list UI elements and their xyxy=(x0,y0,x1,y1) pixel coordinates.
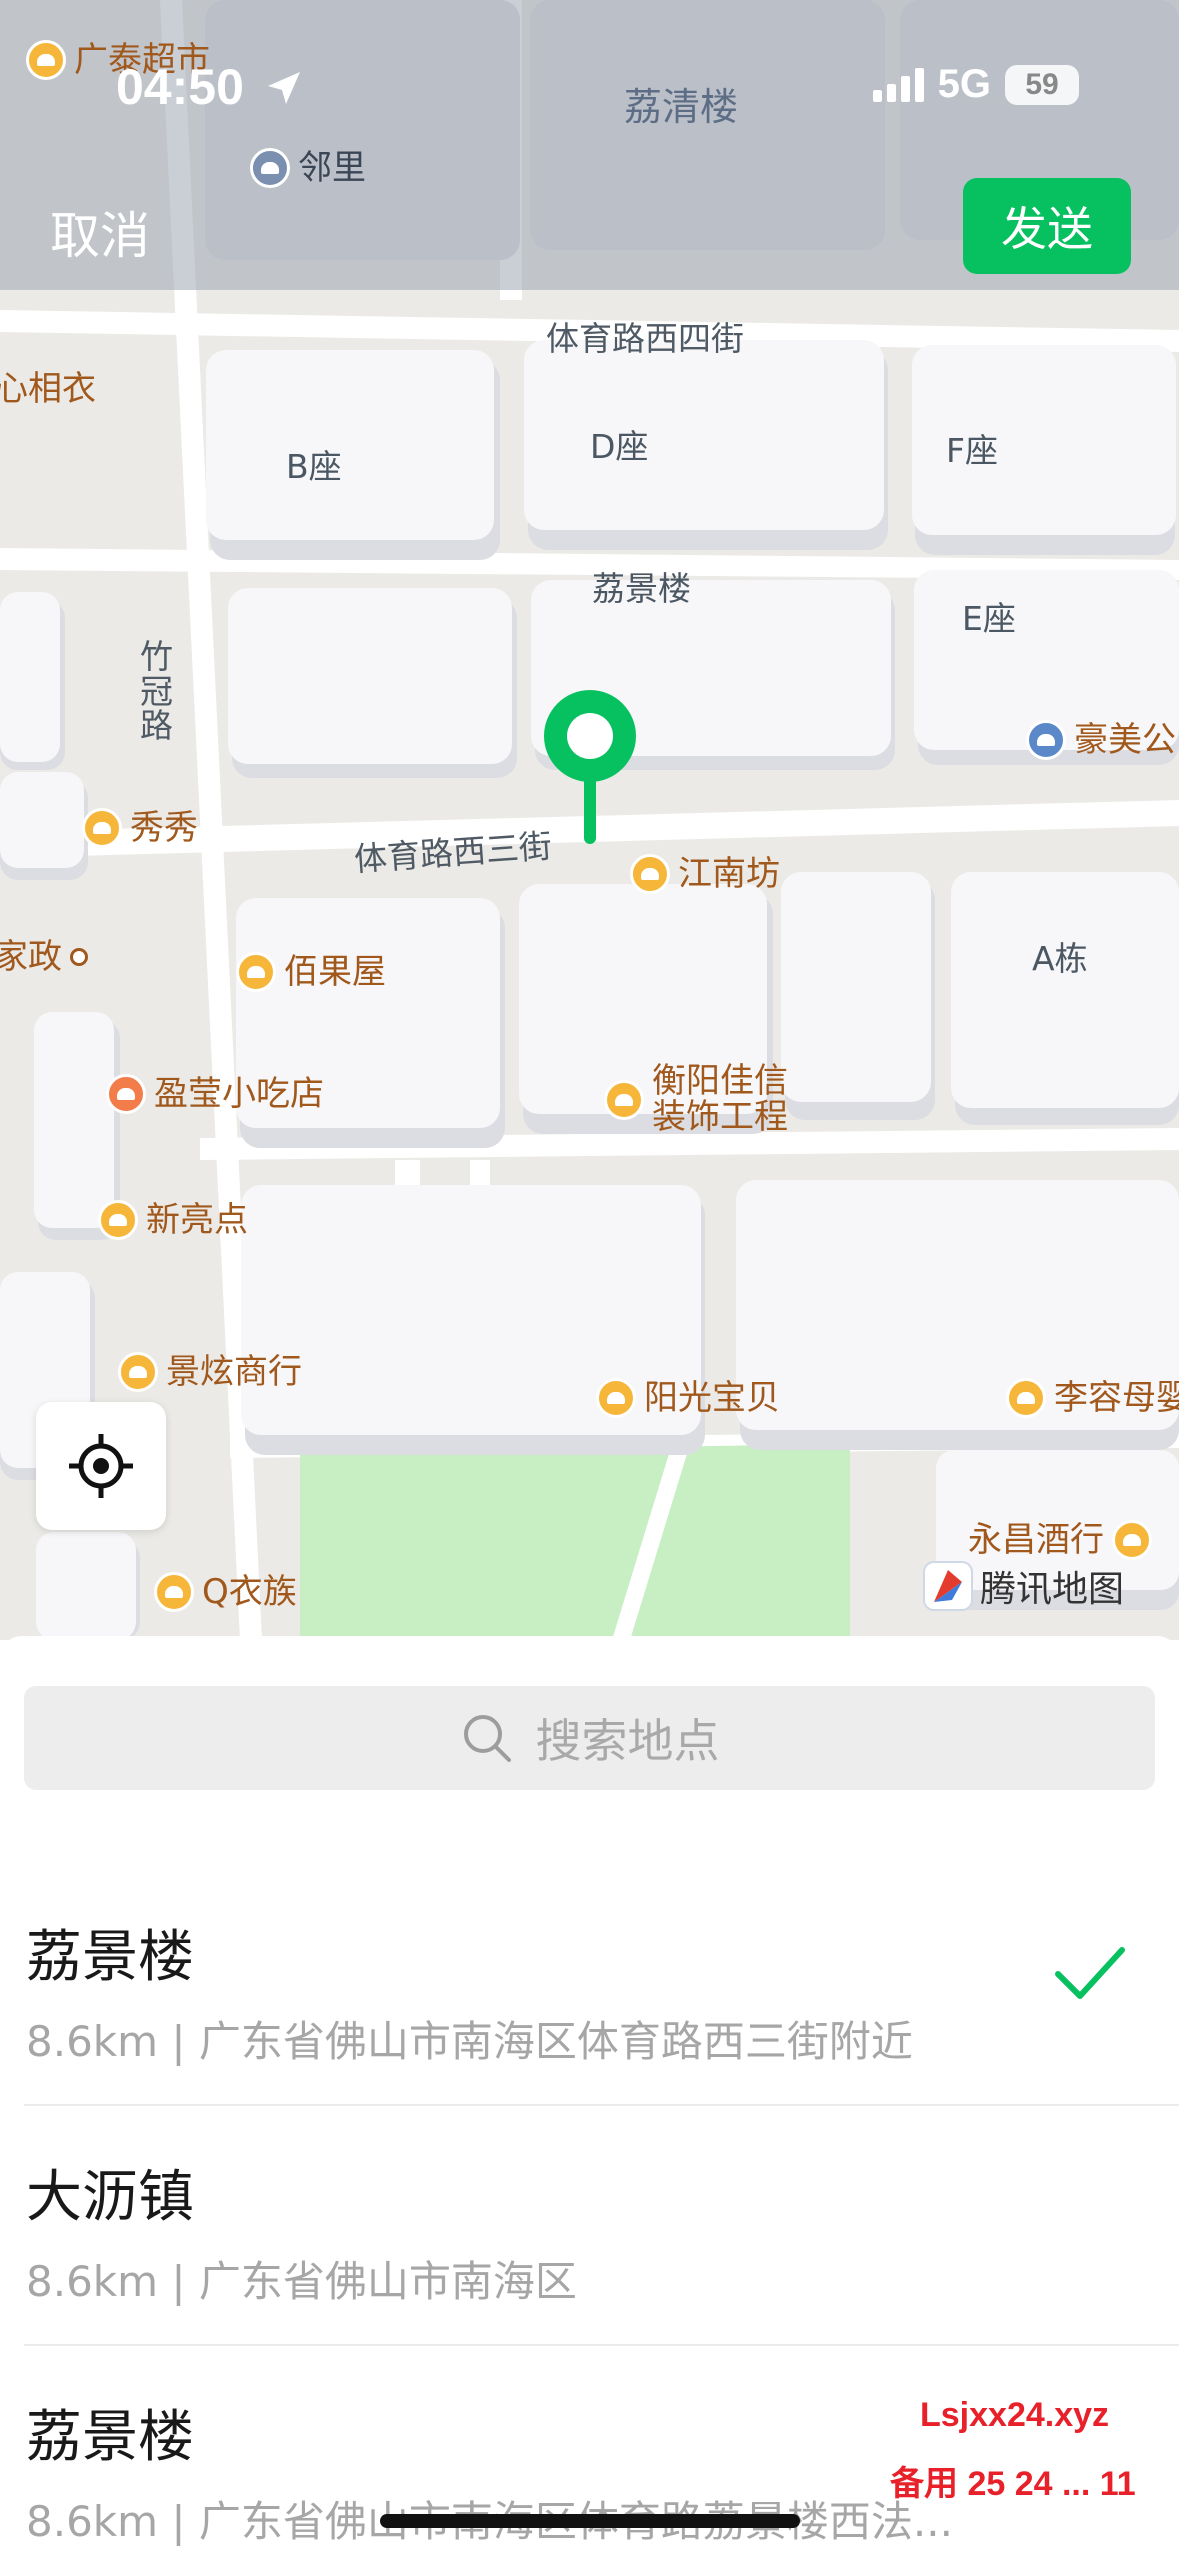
shop-icon xyxy=(118,1352,158,1392)
result-title: 大沥镇 xyxy=(26,2165,194,2230)
dot-icon xyxy=(70,948,88,966)
battery-icon: 59 xyxy=(1005,64,1079,105)
shop-icon xyxy=(98,1200,138,1240)
poi-marker[interactable]: 新亮点 xyxy=(98,1200,248,1240)
check-icon xyxy=(1055,1947,1125,1999)
poi-marker[interactable]: 阳光宝贝 xyxy=(596,1378,780,1418)
poi-marker[interactable]: 景炫商行 xyxy=(118,1352,302,1392)
poi-marker[interactable]: 李容母婴 xyxy=(1006,1378,1179,1418)
building-label: B座 xyxy=(286,447,342,486)
poi-marker[interactable]: Q衣族 xyxy=(154,1572,297,1612)
shop-icon xyxy=(596,1378,636,1418)
shop-icon xyxy=(630,854,670,894)
road-label: 竹冠路 xyxy=(140,637,173,746)
search-placeholder: 搜索地点 xyxy=(535,1714,720,1768)
building-label: E座 xyxy=(962,599,1016,638)
hotel-icon xyxy=(1026,720,1066,760)
location-arrow-icon xyxy=(267,72,300,104)
building-label: 荔景楼 xyxy=(592,569,691,608)
building-label: D座 xyxy=(590,427,649,466)
signal-icon xyxy=(872,67,924,102)
divider xyxy=(24,2344,1179,2346)
send-button[interactable]: 发送 xyxy=(963,178,1131,274)
home-indicator[interactable] xyxy=(380,2514,800,2528)
poi-marker[interactable]: 永昌酒行 xyxy=(968,1520,1152,1560)
cancel-button[interactable]: 取消 xyxy=(50,196,150,268)
watermark-text: Lsjxx24.xyz xyxy=(920,2396,1110,2434)
status-indicators: 5G 59 xyxy=(872,62,1079,107)
result-title: 荔景楼 xyxy=(26,2405,194,2470)
restaurant-icon xyxy=(106,1074,146,1114)
result-address: 8.6km | 广东省佛山市南海区 xyxy=(26,2257,577,2306)
network-type: 5G xyxy=(937,62,991,106)
road-label: 体育路西四街 xyxy=(546,319,744,358)
poi-marker[interactable]: 佰果屋 xyxy=(236,952,386,992)
map-provider-name: 腾讯地图 xyxy=(980,1569,1125,1610)
map-provider-logo: 腾讯地图 xyxy=(922,1560,1124,1612)
poi-marker[interactable]: 秀秀 xyxy=(82,808,198,848)
poi-marker[interactable]: 豪美公 xyxy=(1026,720,1176,760)
shop-icon xyxy=(1112,1520,1152,1560)
poi-marker[interactable]: 心相衣 xyxy=(0,372,96,406)
result-title: 荔景楼 xyxy=(26,1925,194,1990)
search-icon xyxy=(463,1715,511,1762)
watermark-text: 备用 25 24 ... 11 xyxy=(890,2465,1136,2503)
shop-icon xyxy=(1006,1378,1046,1418)
shop-icon xyxy=(154,1572,194,1612)
poi-marker[interactable]: 邻里 xyxy=(250,148,366,188)
building-label: 荔清楼 xyxy=(624,85,739,129)
locate-me-icon xyxy=(69,1434,133,1498)
poi-marker[interactable]: 江南坊 xyxy=(630,854,780,894)
poi-marker[interactable]: 衡阳佳信 装饰工程 xyxy=(604,1063,788,1135)
shop-icon xyxy=(236,952,276,992)
building-label: F座 xyxy=(946,431,998,470)
locate-me-button[interactable] xyxy=(36,1402,166,1530)
shop-icon xyxy=(82,808,122,848)
shop-icon xyxy=(26,40,66,80)
shop-icon xyxy=(604,1079,644,1120)
divider xyxy=(24,2104,1179,2106)
poi-marker[interactable]: 盈莹小吃店 xyxy=(106,1074,324,1114)
map-pin-icon xyxy=(544,690,636,844)
location-result-item[interactable]: 荔景楼 8.6km | 广东省佛山市南海区体育路西三街附近 xyxy=(0,1868,1179,2106)
status-time: 04:50 xyxy=(116,58,304,116)
search-bar[interactable]: 搜索地点 xyxy=(24,1686,1155,1790)
tencent-map-logo-icon xyxy=(923,1561,973,1611)
result-address: 8.6km | 广东省佛山市南海区体育路西三街附近 xyxy=(26,2017,913,2066)
poi-marker[interactable]: 家政 xyxy=(0,940,88,974)
home-icon xyxy=(250,148,290,188)
location-result-item[interactable]: 大沥镇 8.6km | 广东省佛山市南海区 xyxy=(0,2108,1179,2346)
map-view[interactable]: 荔清楼 体育路西四街 B座 D座 F座 荔景楼 E座 A栋 体育路西三街 竹冠路… xyxy=(0,0,1179,1640)
building-label: A栋 xyxy=(1032,939,1088,978)
